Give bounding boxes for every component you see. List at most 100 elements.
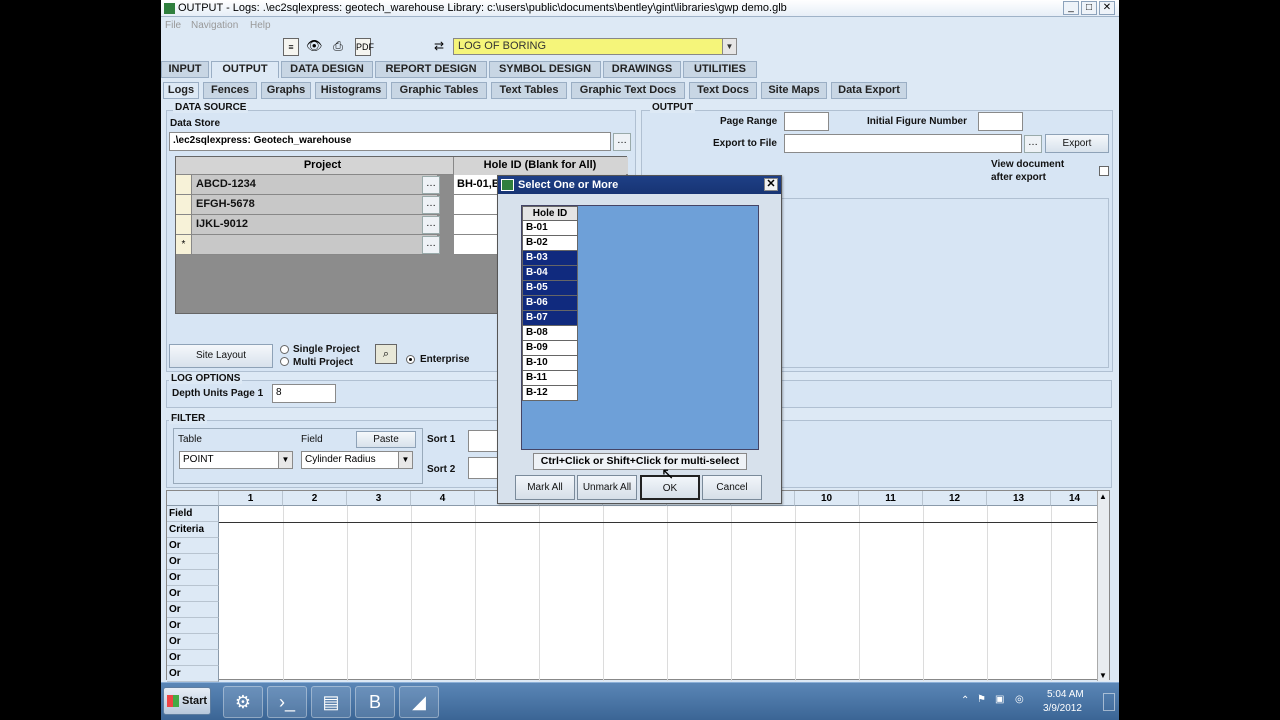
column-header: 11: [859, 491, 923, 506]
clock-time[interactable]: 5:04 AM: [1047, 689, 1084, 700]
tab-data-design[interactable]: DATA DESIGN: [281, 61, 373, 78]
main-tabs: INPUT OUTPUT DATA DESIGN REPORT DESIGN S…: [161, 61, 1119, 78]
pdf-icon[interactable]: PDF: [355, 38, 374, 56]
tray-expand-icon[interactable]: ⌃: [961, 695, 969, 706]
tab-report-design[interactable]: REPORT DESIGN: [375, 61, 487, 78]
scroll-up-icon[interactable]: ▲: [1099, 492, 1107, 501]
multi-project-radio[interactable]: [280, 357, 289, 366]
grid-scrollbar[interactable]: ▲ ▼: [1097, 491, 1109, 681]
new-row-marker[interactable]: *: [176, 235, 192, 255]
single-project-radio[interactable]: [280, 345, 289, 354]
show-desktop-button[interactable]: [1103, 693, 1115, 711]
action-center-icon[interactable]: ⚑: [977, 694, 986, 705]
project-cell[interactable]: [192, 235, 438, 255]
list-item[interactable]: B-09: [522, 341, 578, 356]
cancel-button[interactable]: Cancel: [702, 475, 762, 500]
project-browse-button[interactable]: …: [422, 236, 440, 254]
enterprise-radio[interactable]: [406, 355, 415, 364]
export-file-browse-button[interactable]: …: [1024, 135, 1042, 153]
sort2-input[interactable]: [468, 457, 498, 479]
list-item[interactable]: B-02: [522, 236, 578, 251]
unmark-all-button[interactable]: Unmark All: [577, 475, 637, 500]
tab-graphs[interactable]: Graphs: [261, 82, 311, 99]
list-item[interactable]: B-08: [522, 326, 578, 341]
tab-logs[interactable]: Logs: [163, 82, 199, 99]
map-search-icon[interactable]: ⌕: [375, 344, 397, 364]
tab-graphic-tables[interactable]: Graphic Tables: [391, 82, 487, 99]
row-header: Or: [167, 634, 219, 650]
initial-figure-input[interactable]: [978, 112, 1023, 131]
menu-help[interactable]: Help: [250, 20, 271, 31]
list-item[interactable]: B-10: [522, 356, 578, 371]
tab-site-maps[interactable]: Site Maps: [761, 82, 827, 99]
tab-input[interactable]: INPUT: [161, 61, 209, 78]
site-layout-button[interactable]: Site Layout: [169, 344, 273, 368]
export-button[interactable]: Export: [1045, 134, 1109, 153]
close-button[interactable]: ✕: [1099, 1, 1115, 15]
tab-utilities[interactable]: UTILITIES: [683, 61, 757, 78]
chevron-down-icon[interactable]: ▼: [278, 452, 292, 468]
dialog-close-button[interactable]: ✕: [764, 178, 778, 191]
mark-all-button[interactable]: Mark All: [515, 475, 575, 500]
file-explorer-icon[interactable]: ▤: [311, 686, 351, 718]
powershell-icon[interactable]: ›_: [267, 686, 307, 718]
sort1-input[interactable]: [468, 430, 498, 452]
tab-output[interactable]: OUTPUT: [211, 61, 279, 78]
tab-text-docs[interactable]: Text Docs: [689, 82, 757, 99]
start-button[interactable]: Start: [163, 687, 211, 715]
chevron-down-icon[interactable]: ▼: [722, 39, 736, 54]
list-item-selected[interactable]: B-03: [522, 251, 578, 266]
clock-date[interactable]: 3/9/2012: [1043, 703, 1082, 714]
list-item-selected[interactable]: B-06: [522, 296, 578, 311]
preview-eye-icon[interactable]: 👁: [306, 38, 323, 56]
tab-graphic-text-docs[interactable]: Graphic Text Docs: [571, 82, 685, 99]
list-item-selected[interactable]: B-05: [522, 281, 578, 296]
tab-fences[interactable]: Fences: [203, 82, 257, 99]
row-selector[interactable]: [176, 175, 192, 195]
export-file-input[interactable]: [784, 134, 1022, 153]
properties-icon[interactable]: ≡: [283, 38, 299, 56]
report-picker-icon[interactable]: ⇄: [431, 38, 447, 56]
data-store-field[interactable]: .\ec2sqlexpress: Geotech_warehouse: [169, 132, 611, 151]
minimize-button[interactable]: _: [1063, 1, 1079, 15]
tab-histograms[interactable]: Histograms: [315, 82, 387, 99]
page-range-input[interactable]: [784, 112, 829, 131]
tab-symbol-design[interactable]: SYMBOL DESIGN: [489, 61, 601, 78]
tab-data-export[interactable]: Data Export: [831, 82, 907, 99]
list-item-selected[interactable]: B-07: [522, 311, 578, 326]
menu-file[interactable]: File: [165, 20, 181, 31]
report-select[interactable]: LOG OF BORING ▼: [453, 38, 737, 55]
volume-icon[interactable]: ◎: [1015, 694, 1024, 705]
view-document-checkbox[interactable]: [1099, 166, 1109, 176]
filter-field-select[interactable]: Cylinder Radius ▼: [301, 451, 413, 469]
project-cell[interactable]: EFGH-5678: [192, 195, 438, 215]
menu-navigation[interactable]: Navigation: [191, 20, 238, 31]
depth-units-input[interactable]: 8: [272, 384, 336, 403]
list-item-selected[interactable]: B-04: [522, 266, 578, 281]
scroll-down-icon[interactable]: ▼: [1099, 671, 1107, 680]
row-selector[interactable]: [176, 215, 192, 235]
row-selector[interactable]: [176, 195, 192, 215]
project-browse-button[interactable]: …: [422, 176, 440, 194]
list-item[interactable]: B-12: [522, 386, 578, 401]
tab-drawings[interactable]: DRAWINGS: [603, 61, 681, 78]
print-icon[interactable]: ⎙: [330, 38, 346, 56]
paste-button[interactable]: Paste: [356, 431, 416, 448]
maximize-button[interactable]: □: [1081, 1, 1097, 15]
project-cell[interactable]: IJKL-9012: [192, 215, 438, 235]
list-item[interactable]: B-01: [522, 221, 578, 236]
server-manager-icon[interactable]: ⚙: [223, 686, 263, 718]
gint-icon[interactable]: ◢: [399, 686, 439, 718]
list-item[interactable]: B-11: [522, 371, 578, 386]
data-store-browse-button[interactable]: …: [613, 133, 631, 151]
network-icon[interactable]: ▣: [995, 694, 1004, 705]
filter-field-value: Cylinder Radius: [305, 454, 376, 465]
bentley-icon[interactable]: B: [355, 686, 395, 718]
filter-table-select[interactable]: POINT ▼: [179, 451, 293, 469]
project-browse-button[interactable]: …: [422, 216, 440, 234]
column-header: 4: [411, 491, 475, 506]
chevron-down-icon[interactable]: ▼: [398, 452, 412, 468]
project-browse-button[interactable]: …: [422, 196, 440, 214]
project-cell[interactable]: ABCD-1234: [192, 175, 438, 195]
tab-text-tables[interactable]: Text Tables: [491, 82, 567, 99]
